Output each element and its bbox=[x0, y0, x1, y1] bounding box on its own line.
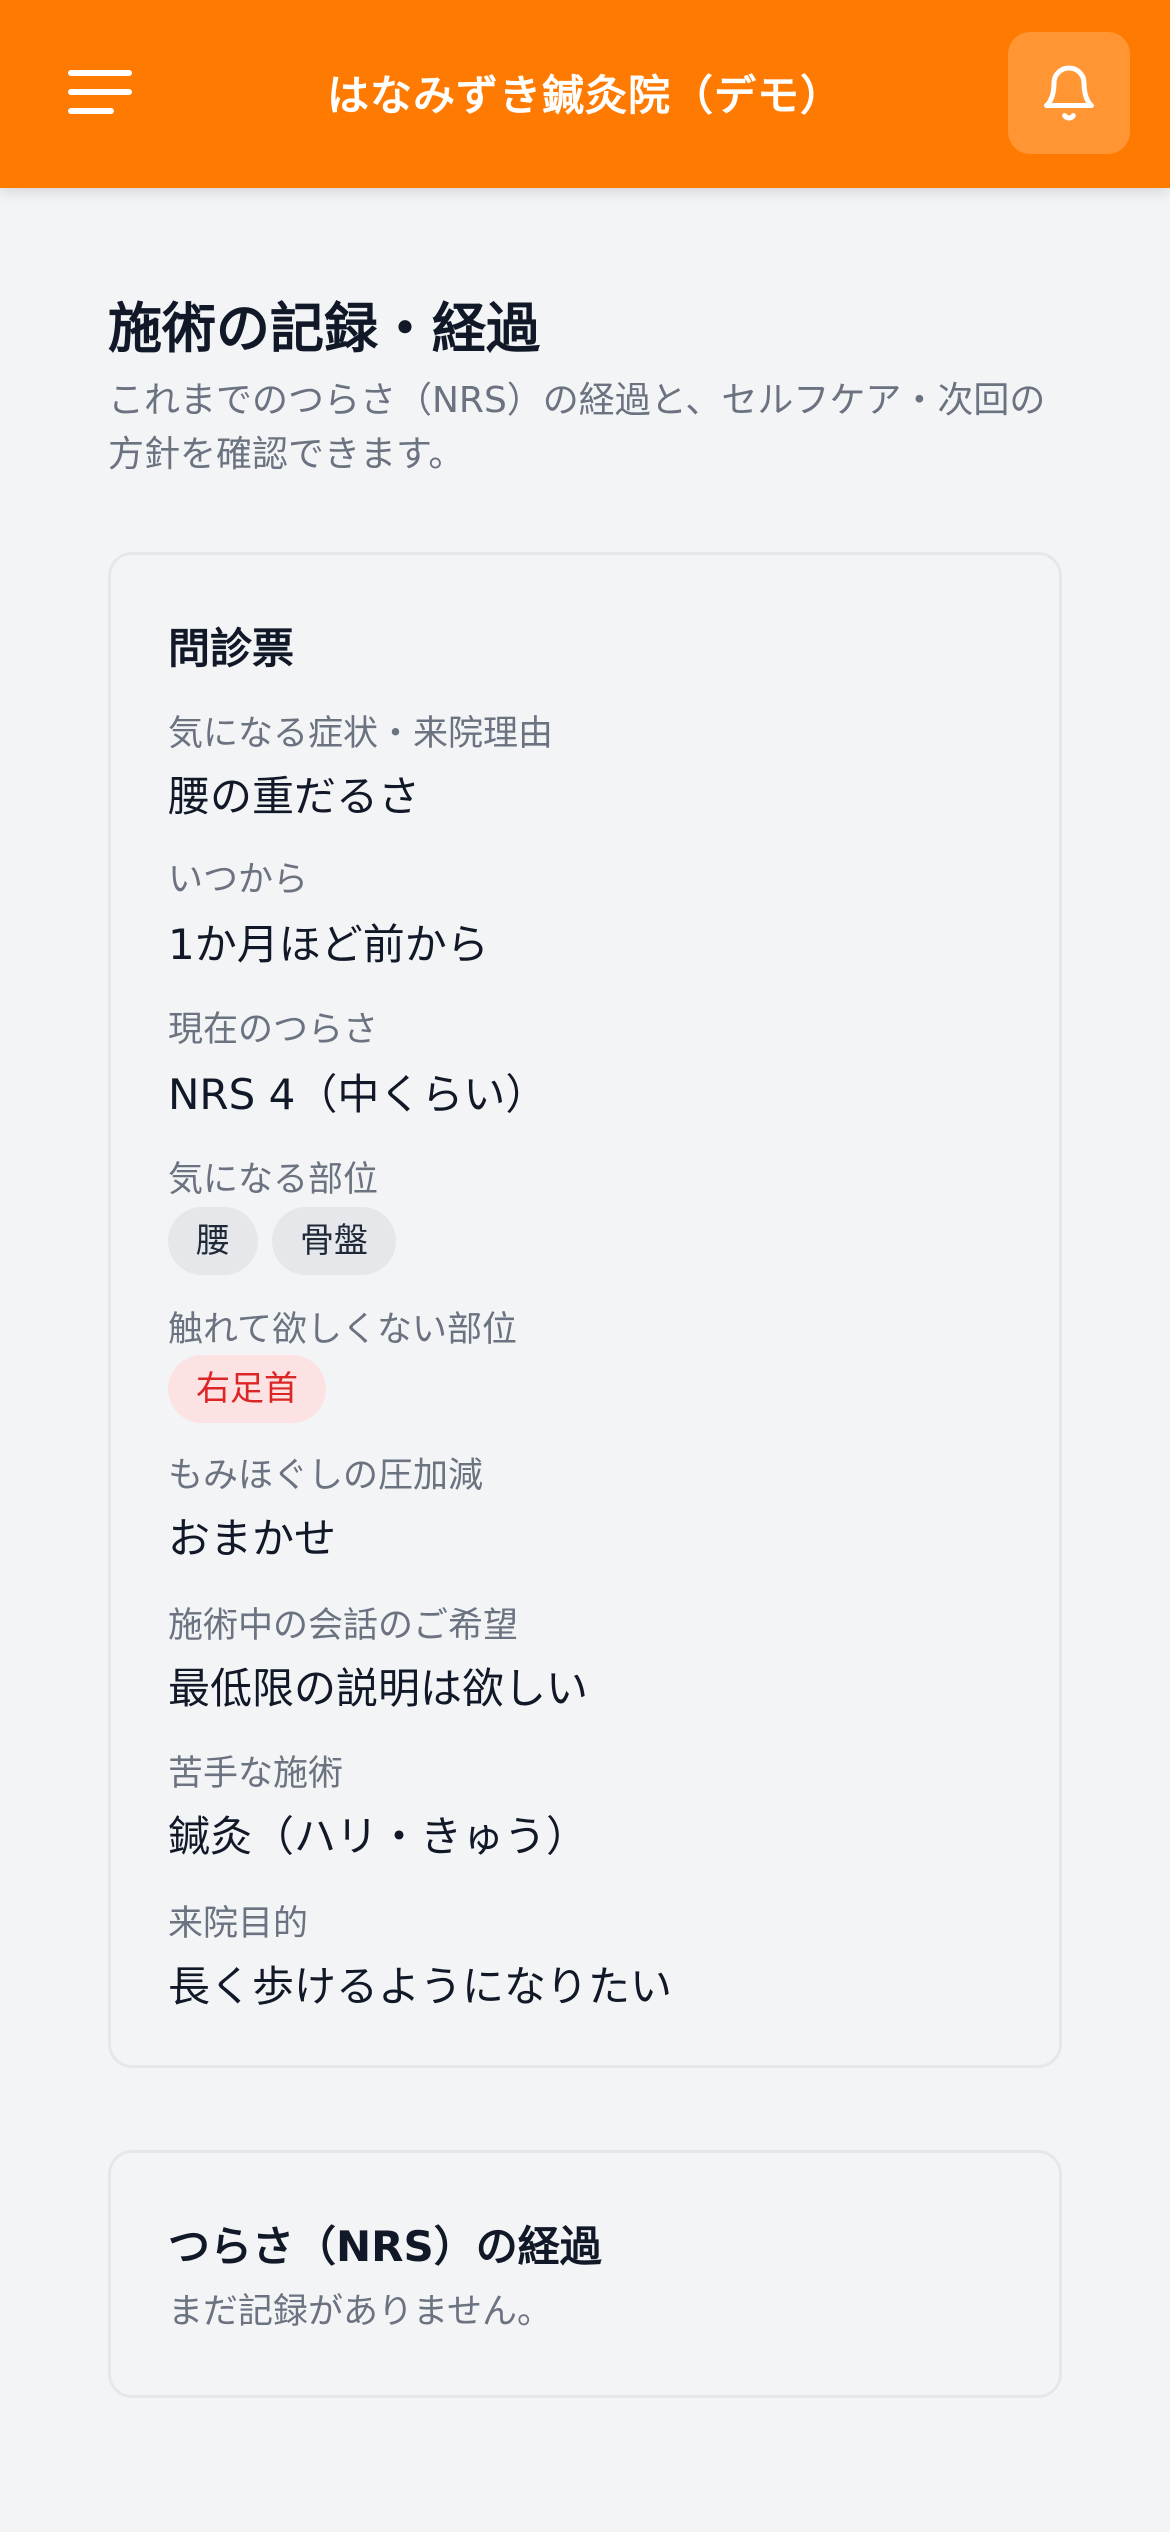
app-title: はなみずき鍼灸院（デモ） bbox=[326, 71, 843, 120]
area-chip: 腰 bbox=[168, 1207, 258, 1275]
symptom-value: 腰の重だるさ bbox=[168, 772, 421, 821]
goal-label: 来院目的 bbox=[168, 1904, 309, 1944]
goal-value: 長く歩けるようになりたい bbox=[168, 1962, 673, 2011]
since-label: いつから bbox=[168, 860, 309, 900]
nrs-empty-message: まだ記録がありません。 bbox=[168, 2292, 552, 2332]
app-header: はなみずき鍼灸院（デモ） bbox=[0, 0, 1170, 188]
page-title: 施術の記録・経過 bbox=[108, 297, 540, 360]
notification-button[interactable] bbox=[1008, 32, 1130, 154]
symptom-label: 気になる症状・来院理由 bbox=[168, 714, 554, 754]
areas-label: 気になる部位 bbox=[168, 1160, 379, 1200]
no-touch-chip: 右足首 bbox=[168, 1355, 326, 1423]
questionnaire-card: 問診票 気になる症状・来院理由 腰の重だるさ いつから 1か月ほど前から 現在の… bbox=[108, 552, 1062, 2068]
conversation-value: 最低限の説明は欲しい bbox=[168, 1664, 589, 1713]
pressure-label: もみほぐしの圧加減 bbox=[168, 1456, 484, 1496]
current-pain-label: 現在のつらさ bbox=[168, 1010, 379, 1050]
page-description: これまでのつらさ（NRS）の経過と、セルフケア・次回の方針を確認できます。 bbox=[108, 380, 1046, 475]
disliked-value: 鍼灸（ハリ・きゅう） bbox=[168, 1812, 589, 1861]
bell-icon bbox=[1044, 65, 1094, 121]
questionnaire-heading: 問診票 bbox=[168, 624, 295, 673]
nrs-history-card: つらさ（NRS）の経過 まだ記録がありません。 bbox=[108, 2150, 1062, 2398]
since-value: 1か月ほど前から bbox=[168, 920, 489, 969]
conversation-label: 施術中の会話のご希望 bbox=[168, 1606, 519, 1646]
no-touch-label: 触れて欲しくない部位 bbox=[168, 1310, 517, 1350]
pressure-value: おまかせ bbox=[168, 1514, 337, 1563]
current-pain-value: NRS 4（中くらい） bbox=[168, 1070, 548, 1119]
disliked-label: 苦手な施術 bbox=[168, 1754, 344, 1794]
nrs-history-heading: つらさ（NRS）の経過 bbox=[168, 2222, 602, 2271]
area-chip: 骨盤 bbox=[272, 1207, 396, 1275]
